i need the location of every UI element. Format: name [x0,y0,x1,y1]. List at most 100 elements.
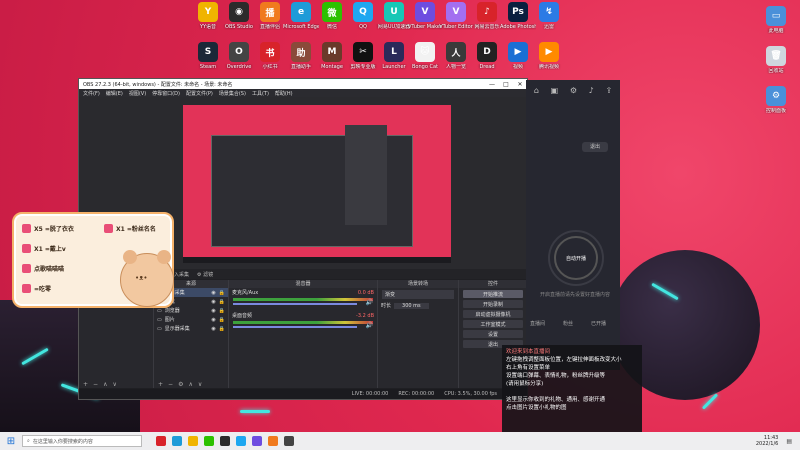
notification-icon[interactable]: ▤ [786,438,792,445]
obs-titlebar[interactable]: OBS 27.2.3 (64-bit, windows) - 配置文件: 未命名… [79,79,527,89]
remove-icon[interactable]: − [168,381,173,388]
control-button[interactable]: 启动虚拟摄像机 [463,310,523,318]
hotkey-badge-icon [22,244,31,253]
filters-button[interactable]: ⚙ 滤镜 [197,271,213,278]
preview-canvas [183,105,451,263]
obs-menu-item[interactable]: 场景集合(S) [219,90,246,97]
minimize-icon[interactable]: — [485,81,499,88]
chevron-up-icon[interactable]: ∧ [188,381,192,388]
eye-icon[interactable]: ◉ [211,326,215,332]
app-icon: Ps [508,2,528,22]
mixer-channel-header: 麦克风/Aux 0.0 dB [229,288,377,297]
desktop-shortcut[interactable]: 🗑 回收站 [758,46,794,74]
taskbar-search-input[interactable]: ⌕ 在这里输入你要搜索的内容 [22,435,142,447]
bell-icon[interactable]: ♪ [589,86,594,95]
control-button[interactable]: 工作室模式 [463,320,523,328]
volume-slider[interactable] [233,303,357,305]
taskbar-clock[interactable]: 11:43 2022/1/6 [756,435,778,447]
taskbar-app-icon[interactable] [236,436,246,446]
app-icon: V [446,2,466,22]
close-icon[interactable]: ✕ [513,81,527,88]
taskbar-apps [156,436,294,446]
gear-icon[interactable]: ⚙ [178,381,183,388]
taskbar-app-icon[interactable] [172,436,182,446]
hotkey-badge-icon [104,224,113,233]
bear-face: •ᴥ• [135,274,148,282]
sources-footer: + − ⚙ ∧ ∨ [154,380,228,388]
live-timer: LIVE: 00:00:00 [351,391,389,397]
share-icon[interactable]: ⇪ [605,86,612,95]
control-button[interactable]: 设置 [463,330,523,338]
taskbar-app-icon[interactable] [220,436,230,446]
danmaku-chat-overlay[interactable]: 欢迎来到本直播间 左键拖拽调整面板位置，左键拉伸面板改变大小 右上角有设置菜单 设置端… [502,345,642,432]
home-icon[interactable]: ⌂ [534,86,539,95]
stat-room: 直播间 [530,321,546,327]
lock-icon[interactable]: 🔒 [219,308,225,314]
volume-slider[interactable] [233,326,357,328]
chat-line [506,388,638,396]
app-icon: ▶ [508,42,528,62]
lock-icon[interactable]: 🔒 [219,299,225,305]
taskbar-app-icon[interactable] [156,436,166,446]
add-icon[interactable]: + [83,381,88,388]
obs-menu-item[interactable]: 文件(F) [83,90,100,97]
chevron-down-icon[interactable]: ∨ [112,381,116,388]
desktop-shortcut[interactable]: ▭ 此电脑 [758,6,794,34]
speaker-icon[interactable]: 🔊 [366,299,373,306]
obs-menu-item[interactable]: 帮助(H) [275,90,293,97]
control-button[interactable]: 开始推流 [463,290,523,298]
eye-icon[interactable]: ◉ [211,299,215,305]
app-icon: 助 [291,42,311,62]
chevron-down-icon[interactable]: ∨ [198,381,202,388]
transition-duration[interactable]: 时长 300 ms [378,301,458,310]
stream-assistant-panel[interactable]: ⌂ ▣ ⚙ ♪ ⇪ 退出 自动开播 开启直播前请先设置好直播内容 直播间 粉丝 … [526,80,620,370]
taskbar-app-icon[interactable] [268,436,278,446]
taskbar-app-icon[interactable] [252,436,262,446]
control-button[interactable]: 开始录制 [463,300,523,308]
mixer-channel-name: 桌面音频 [232,313,253,319]
app-icon: D [477,42,497,62]
obs-menu-item[interactable]: 配置文件(P) [186,90,213,97]
eye-icon[interactable]: ◉ [211,290,215,296]
add-icon[interactable]: + [158,381,163,388]
desktop-shortcut[interactable]: ⚙ 控制面板 [758,86,794,114]
transitions-dock: 场景转场 渐变 时长 300 ms [378,280,459,388]
taskbar-app-icon[interactable] [188,436,198,446]
mixer-channels: 麦克风/Aux 0.0 dB 🔊 桌面音频 -3.2 dB 🔊 [229,288,377,330]
source-item[interactable]: ▭ 显示器采集 ◉ 🔒 [154,324,228,333]
desktop-shortcut[interactable]: ↯ 迅雷 [531,2,567,30]
hotkey-item: 点歌喵喵喵 [22,264,64,273]
settings-icon[interactable]: ⚙ [570,86,577,95]
desktop-shortcut[interactable]: ▶ 腾讯视频 [531,42,567,70]
app-icon: Y [198,2,218,22]
obs-menu-item[interactable]: 视图(V) [129,90,146,97]
chevron-up-icon[interactable]: ∧ [103,381,107,388]
app-icon: M [322,42,342,62]
taskbar-app-icon[interactable] [204,436,214,446]
speaker-icon[interactable]: 🔊 [366,322,373,329]
stat-started: 已开播 [591,321,607,327]
source-item[interactable]: ▭ 图片 ◉ 🔒 [154,315,228,324]
windows-start-icon[interactable]: ⊞ [0,432,22,450]
gift-icon[interactable]: ▣ [551,86,559,95]
source-name: 图片 [164,317,175,323]
auto-start-button[interactable]: 自动开播 [554,236,598,280]
obs-menu-item[interactable]: 工具(T) [252,90,269,97]
remove-icon[interactable]: − [93,381,98,388]
transition-select[interactable]: 渐变 [382,290,454,299]
obs-statusbar: LIVE: 00:00:00 REC: 00:00:00 CPU: 3.5%, … [79,389,527,399]
desktop-shortcut-label: 回收站 [768,68,784,74]
obs-menu-item[interactable]: 编辑(E) [106,90,123,97]
obs-menu-item[interactable]: 停靠窗口(D) [152,90,180,97]
bear-ear [157,250,171,264]
eye-icon[interactable]: ◉ [211,317,215,323]
exit-button[interactable]: 退出 [582,142,608,152]
taskbar-app-icon[interactable] [284,436,294,446]
lock-icon[interactable]: 🔒 [219,326,225,332]
volume-meter [233,298,373,301]
lock-icon[interactable]: 🔒 [219,317,225,323]
lock-icon[interactable]: 🔒 [219,290,225,296]
app-icon: S [198,42,218,62]
eye-icon[interactable]: ◉ [211,308,215,314]
maximize-icon[interactable]: □ [499,81,513,88]
